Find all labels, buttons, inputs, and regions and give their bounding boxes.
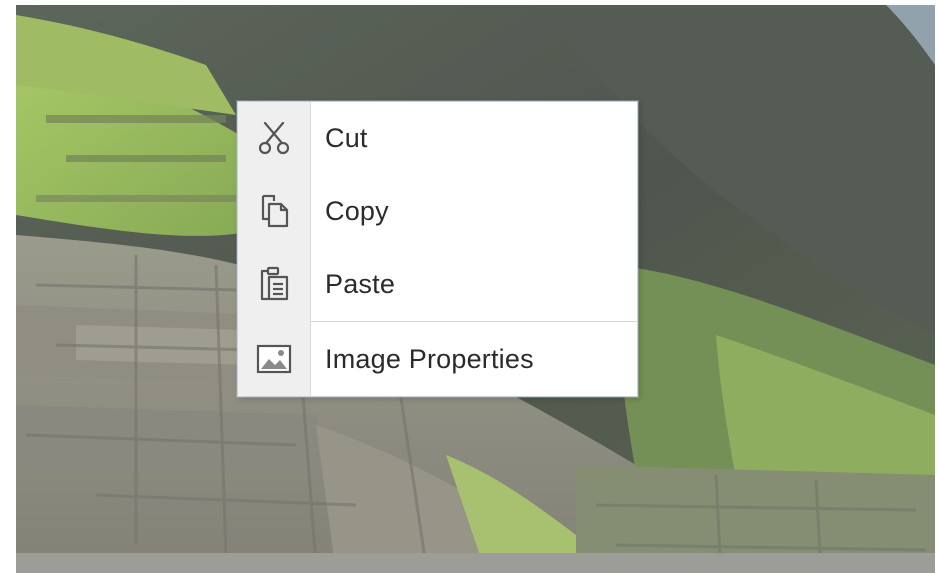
menu-item-label: Cut — [325, 122, 368, 153]
menu-separator — [310, 321, 637, 322]
copy-icon — [254, 191, 294, 231]
menu-item-cut[interactable]: Cut — [238, 102, 637, 174]
menu-item-copy[interactable]: Copy — [238, 175, 637, 247]
menu-item-label: Paste — [325, 268, 396, 299]
menu-item-label: Copy — [325, 195, 389, 226]
menu-item-label: Image Properties — [325, 343, 534, 374]
context-menu: Cut Copy Paste Image Properties — [237, 101, 638, 397]
paste-icon — [254, 264, 294, 304]
menu-item-image-properties[interactable]: Image Properties — [238, 323, 637, 395]
scissors-icon — [254, 118, 294, 158]
image-icon — [254, 339, 294, 379]
menu-item-paste[interactable]: Paste — [238, 248, 637, 320]
